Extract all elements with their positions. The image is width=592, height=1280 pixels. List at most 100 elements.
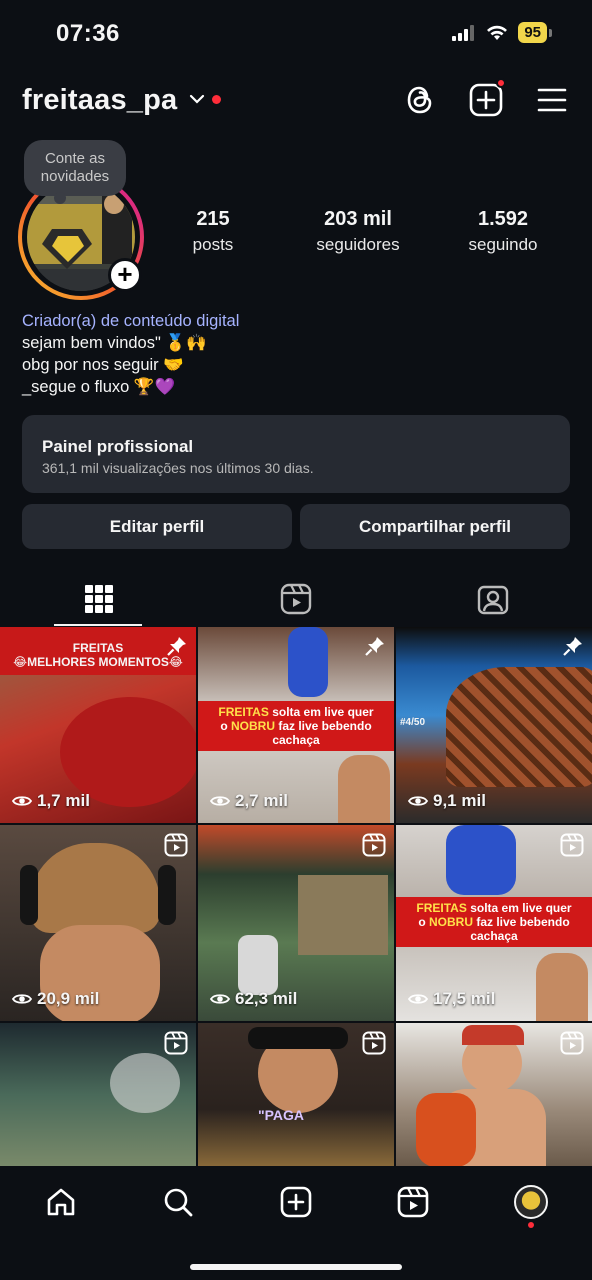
plus-square-icon [469,83,503,117]
post-thumbnail[interactable] [0,1023,196,1167]
eye-icon [12,992,32,1006]
eye-icon [210,992,230,1006]
banner-text: solta em live quer [466,901,572,915]
view-count-text: 62,3 mil [235,989,298,1008]
banner-text: 😂MELHORES MOMENTOS😂 [13,655,183,669]
following-count: 1.592 [477,208,529,230]
tab-posts[interactable] [0,572,197,626]
home-indicator[interactable] [190,1264,402,1270]
view-count: 17,5 mil [408,989,495,1009]
pin-icon [562,635,584,657]
post-caption: "PAGA [258,1107,305,1123]
hud-text: #4/50 [400,717,426,728]
eye-icon [408,794,428,808]
chevron-down-icon[interactable] [188,90,206,108]
profile-tabs [0,572,592,626]
banner-text: o [220,719,231,733]
reels-icon [397,1186,429,1218]
thumbnail-shape [416,1093,476,1167]
view-count: 62,3 mil [210,989,297,1009]
post-banner: FREITAS solta em live quer o NOBRU faz l… [396,897,592,947]
notes-bubble[interactable]: Conte as novidades [24,140,126,204]
thumbnail-shape [536,953,588,1021]
battery-icon [549,28,552,37]
create-notification-dot [496,78,506,88]
share-profile-button[interactable]: Compartilhar perfil [300,504,570,549]
post-thumbnail[interactable]: FREITAS solta em live quer o NOBRU faz l… [396,825,592,1021]
thumbnail-shape [158,865,176,925]
thumbnail-shape [20,865,38,925]
menu-button[interactable] [534,82,570,118]
post-thumbnail[interactable]: FREITAS 😂MELHORES MOMENTOS😂 1,7 mil [0,627,196,823]
banner-text: FREITAS [218,705,269,719]
avatar [514,1185,548,1219]
threads-icon [407,86,432,114]
reel-icon [362,1031,386,1055]
posts-label: posts [192,235,234,254]
bio-line: obg por nos seguir 🤝 [22,356,184,374]
banner-text: NOBRU [428,915,473,929]
post-thumbnail[interactable]: 20,9 mil [0,825,196,1021]
view-count-text: 1,7 mil [37,791,90,810]
plus-square-icon [280,1186,312,1218]
thumbnail-shape [248,1027,348,1049]
thumbnail-shape [110,1053,180,1113]
status-bar: 07:36 95 [0,0,592,68]
tab-reels[interactable] [197,572,394,626]
threads-button[interactable] [402,82,438,118]
profile-notification-dot [528,1222,534,1228]
post-thumbnail[interactable] [396,1023,592,1167]
dashboard-subtitle: 361,1 mil visualizações nos últimos 30 d… [42,460,314,476]
followers-stat[interactable]: 203 mil seguidores [306,208,410,255]
posts-grid: FREITAS 😂MELHORES MOMENTOS😂 1,7 mil FREI… [0,627,592,1167]
thumbnail-shape [446,667,592,787]
followers-label: seguidores [316,235,400,254]
nav-profile[interactable] [509,1180,553,1224]
eye-icon [12,794,32,808]
post-thumbnail[interactable]: FREITAS solta em live quer o NOBRU faz l… [198,627,394,823]
view-count: 2,7 mil [210,791,288,811]
eye-icon [210,794,230,808]
search-icon [164,1188,193,1217]
reels-icon [280,583,311,615]
banner-text: cachaça [470,929,518,943]
signal-icon [452,24,475,41]
reel-icon [560,833,584,857]
post-banner: FREITAS solta em live quer o NOBRU faz l… [198,701,394,751]
banner-text: faz live bebendo [472,915,570,929]
add-story-button[interactable]: + [108,258,142,292]
nav-reels[interactable] [391,1180,435,1224]
tab-tagged[interactable] [394,572,591,626]
create-button[interactable] [468,78,506,118]
thumbnail-shape [238,935,278,995]
nav-search[interactable] [156,1180,200,1224]
bio-line: _segue o fluxo 🏆💜 [22,378,176,396]
edit-profile-button[interactable]: Editar perfil [22,504,292,549]
clock: 07:36 [56,20,120,47]
wifi-icon [487,25,508,40]
dashboard-title: Painel profissional [42,437,194,456]
profile-category[interactable]: Criador(a) de conteúdo digital [22,310,239,332]
banner-text: NOBRU [230,719,275,733]
post-thumbnail[interactable]: 62,3 mil [198,825,394,1021]
username-switcher[interactable]: freitaas_pa [22,84,177,117]
professional-dashboard[interactable]: Painel profissional 361,1 mil visualizaç… [22,415,570,493]
profile-header: freitaas_pa [0,78,592,124]
posts-stat[interactable]: 215 posts [183,208,243,255]
nav-create[interactable] [274,1180,318,1224]
grid-icon [84,585,113,613]
view-count: 20,9 mil [12,989,99,1009]
active-tab-indicator [54,624,142,626]
thumbnail-shape [462,1025,524,1045]
post-thumbnail[interactable]: "PAGA [198,1023,394,1167]
pin-icon [364,635,386,657]
hamburger-menu-icon [537,88,567,112]
posts-count: 215 [196,208,230,230]
banner-text: cachaça [272,733,320,747]
reel-icon [560,1031,584,1055]
post-thumbnail[interactable]: #4/50 9,1 mil [396,627,592,823]
following-stat[interactable]: 1.592 seguindo [458,208,548,255]
battery-level: 95 [518,22,547,43]
view-count: 1,7 mil [12,791,90,811]
nav-home[interactable] [39,1180,83,1224]
